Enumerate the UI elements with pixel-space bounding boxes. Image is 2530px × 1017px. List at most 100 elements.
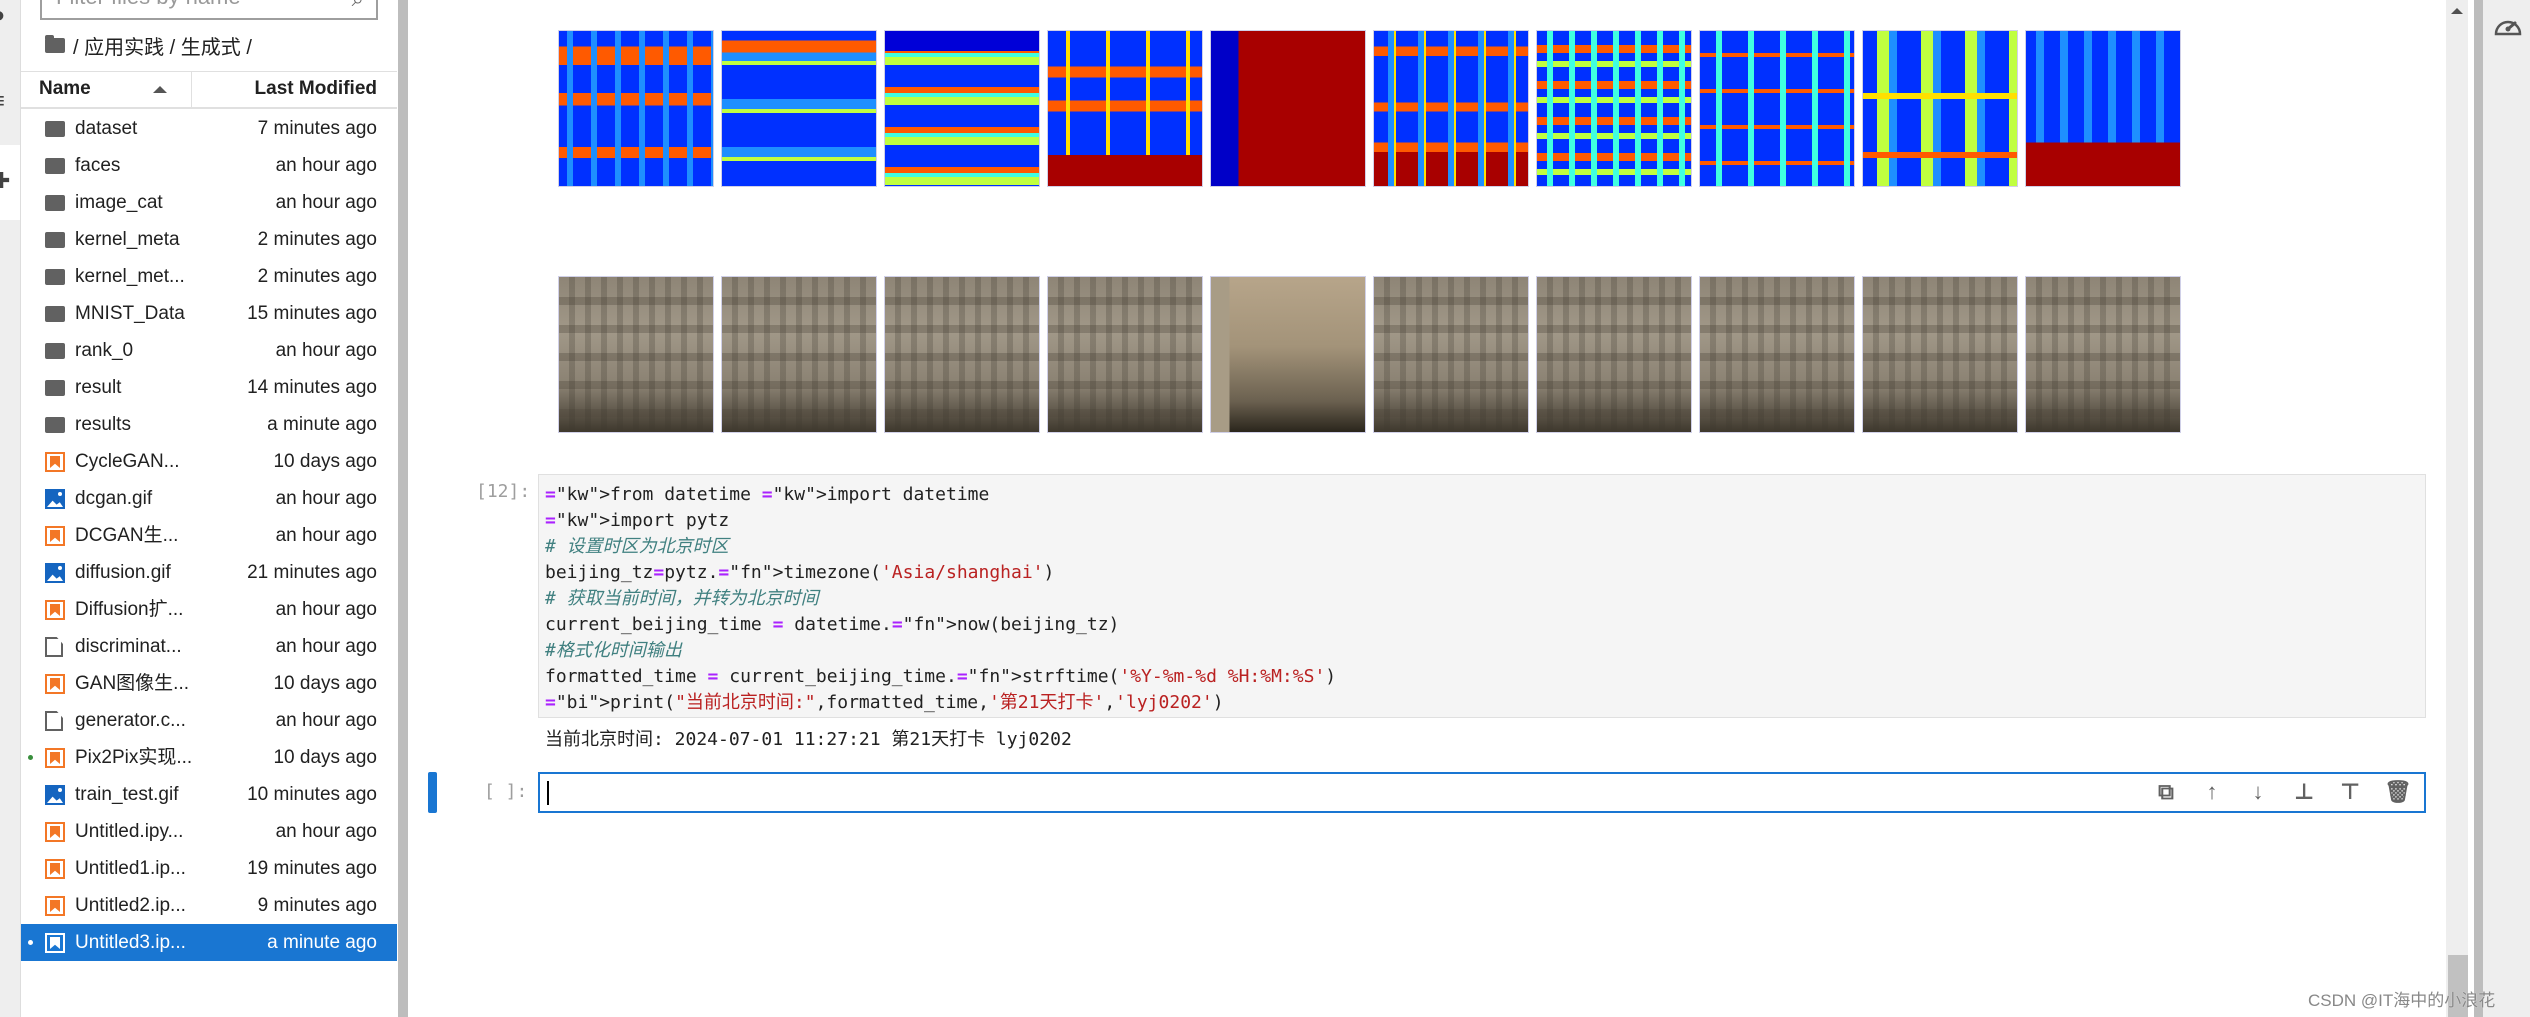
empty-code-cell[interactable]: ⧉ ↑ ↓ ⊥ ⊤ 🗑 bbox=[538, 772, 2426, 813]
file-row[interactable]: Untitled2.ip... 9 minutes ago bbox=[21, 887, 397, 924]
search-icon: ⌕ bbox=[352, 0, 364, 16]
file-row[interactable]: result 14 minutes ago bbox=[21, 369, 397, 406]
file-row[interactable]: rank_0 an hour ago bbox=[21, 332, 397, 369]
code-line: ="kw">from datetime ="kw">import datetim… bbox=[545, 484, 990, 505]
file-modified: an hour ago bbox=[275, 340, 377, 361]
segmentation-image bbox=[1862, 30, 2018, 187]
file-modified: 14 minutes ago bbox=[247, 377, 377, 398]
breadcrumb[interactable]: / 应用实践 / 生成式 / bbox=[45, 30, 252, 60]
file-name: Diffusion扩... bbox=[75, 599, 184, 620]
code-cell-input[interactable]: ="kw">from datetime ="kw">import datetim… bbox=[538, 474, 2426, 718]
code-line: # 设置时区为北京时区 bbox=[545, 536, 729, 557]
column-name[interactable]: Name bbox=[39, 78, 91, 100]
running-icon[interactable]: ● bbox=[0, 4, 10, 26]
file-row[interactable]: train_test.gif 10 minutes ago bbox=[21, 776, 397, 813]
gauge-icon[interactable] bbox=[2493, 13, 2523, 37]
file-row[interactable]: generator.c... an hour ago bbox=[21, 702, 397, 739]
code-line: # 获取当前时间，并转为北京时间 bbox=[545, 588, 819, 609]
segmentation-image bbox=[1699, 30, 1855, 187]
sort-ascending-icon[interactable] bbox=[153, 86, 167, 93]
toc-icon[interactable]: ≡ bbox=[0, 90, 10, 112]
file-row[interactable]: kernel_meta 2 minutes ago bbox=[21, 221, 397, 258]
insert-below-icon[interactable]: ⊤ bbox=[2338, 780, 2362, 804]
file-modified: 10 minutes ago bbox=[247, 784, 377, 805]
segmentation-image bbox=[884, 30, 1040, 187]
file-name: Untitled.ipy... bbox=[75, 821, 184, 842]
file-icon bbox=[45, 711, 63, 731]
file-list-header: Name Last Modified bbox=[21, 71, 397, 109]
file-row[interactable]: Untitled3.ip... a minute ago bbox=[21, 924, 397, 961]
file-row[interactable]: CycleGAN... 10 days ago bbox=[21, 443, 397, 480]
file-name: faces bbox=[75, 155, 121, 176]
generated-image bbox=[2025, 276, 2181, 433]
image-icon bbox=[45, 785, 65, 805]
generated-image bbox=[1047, 276, 1203, 433]
file-row[interactable]: results a minute ago bbox=[21, 406, 397, 443]
file-name: Untitled1.ip... bbox=[75, 858, 186, 879]
cell-output: 当前北京时间: 2024-07-01 11:27:21 第21天打卡 lyj02… bbox=[545, 729, 1072, 750]
code-line: formatted_time = current_beijing_time.="… bbox=[545, 666, 1337, 687]
delete-icon[interactable]: 🗑 bbox=[2384, 780, 2412, 804]
notebook-scrollbar[interactable] bbox=[2446, 0, 2468, 1017]
file-row[interactable]: discriminat... an hour ago bbox=[21, 628, 397, 665]
file-modified: 2 minutes ago bbox=[257, 266, 377, 287]
file-name: Untitled2.ip... bbox=[75, 895, 186, 916]
notebook-icon bbox=[45, 933, 65, 953]
file-icon bbox=[45, 637, 63, 657]
file-modified: 9 minutes ago bbox=[257, 895, 377, 916]
move-up-icon[interactable]: ↑ bbox=[2200, 780, 2224, 804]
folder-icon bbox=[45, 34, 65, 53]
active-cell-indicator bbox=[428, 772, 437, 813]
folder-icon bbox=[45, 306, 65, 322]
filter-input[interactable]: Filter files by name ⌕ bbox=[40, 0, 378, 20]
column-last-modified[interactable]: Last Modified bbox=[255, 78, 377, 100]
insert-above-icon[interactable]: ⊥ bbox=[2292, 780, 2316, 804]
running-indicator-icon bbox=[28, 940, 33, 945]
file-row[interactable]: DCGAN生... an hour ago bbox=[21, 517, 397, 554]
file-modified: an hour ago bbox=[275, 155, 377, 176]
extension-icon[interactable]: ✚ bbox=[0, 170, 10, 192]
segmentation-image bbox=[1047, 30, 1203, 187]
file-list: dataset 7 minutes ago faces an hour ago imag… bbox=[21, 110, 397, 961]
folder-icon bbox=[45, 269, 65, 285]
folder-icon bbox=[45, 232, 65, 248]
segmentation-image bbox=[2025, 30, 2181, 187]
file-row[interactable]: GAN图像生... 10 days ago bbox=[21, 665, 397, 702]
file-row[interactable]: Pix2Pix实现... 10 days ago bbox=[21, 739, 397, 776]
file-row[interactable]: faces an hour ago bbox=[21, 147, 397, 184]
duplicate-icon[interactable]: ⧉ bbox=[2154, 780, 2178, 804]
segmentation-image bbox=[1210, 30, 1366, 187]
file-row[interactable]: Untitled.ipy... an hour ago bbox=[21, 813, 397, 850]
file-name: MNIST_Data bbox=[75, 303, 185, 324]
file-row[interactable]: Untitled1.ip... 19 minutes ago bbox=[21, 850, 397, 887]
file-modified: an hour ago bbox=[275, 710, 377, 731]
file-row[interactable]: kernel_met... 2 minutes ago bbox=[21, 258, 397, 295]
breadcrumb-path[interactable]: / 应用实践 / 生成式 / bbox=[73, 31, 252, 60]
generated-image-row bbox=[558, 276, 2181, 433]
file-row[interactable]: dataset 7 minutes ago bbox=[21, 110, 397, 147]
folder-icon bbox=[45, 121, 65, 137]
file-modified: an hour ago bbox=[275, 192, 377, 213]
file-row[interactable]: image_cat an hour ago bbox=[21, 184, 397, 221]
file-modified: 19 minutes ago bbox=[247, 858, 377, 879]
segmentation-image bbox=[1536, 30, 1692, 187]
move-down-icon[interactable]: ↓ bbox=[2246, 780, 2270, 804]
file-browser: Filter files by name ⌕ / 应用实践 / 生成式 / Nam… bbox=[20, 0, 398, 1017]
file-row[interactable]: MNIST_Data 15 minutes ago bbox=[21, 295, 397, 332]
segmentation-image bbox=[558, 30, 714, 187]
notebook-icon bbox=[45, 859, 65, 879]
code-line: #格式化时间输出 bbox=[545, 640, 682, 661]
file-modified: 10 days ago bbox=[273, 451, 377, 472]
generated-image bbox=[1536, 276, 1692, 433]
file-row[interactable]: Diffusion扩... an hour ago bbox=[21, 591, 397, 628]
column-divider[interactable] bbox=[191, 72, 192, 108]
segmentation-image bbox=[1373, 30, 1529, 187]
right-panel-splitter[interactable] bbox=[2474, 0, 2483, 1017]
filter-placeholder: Filter files by name bbox=[56, 0, 241, 9]
file-row[interactable]: dcgan.gif an hour ago bbox=[21, 480, 397, 517]
notebook-icon bbox=[45, 674, 65, 694]
file-name: GAN图像生... bbox=[75, 673, 190, 694]
scroll-up-arrow-icon[interactable] bbox=[2451, 8, 2463, 14]
file-row[interactable]: diffusion.gif 21 minutes ago bbox=[21, 554, 397, 591]
panel-splitter[interactable] bbox=[398, 0, 408, 1017]
